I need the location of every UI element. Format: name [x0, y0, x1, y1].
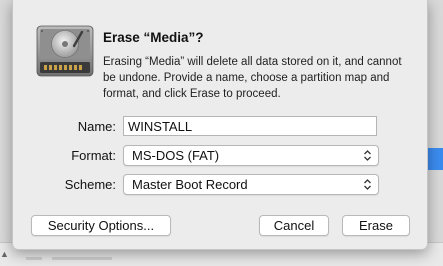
name-row: Name:	[13, 116, 429, 138]
dialog-message: Erasing “Media” will delete all data sto…	[103, 56, 402, 100]
background-divider	[26, 257, 42, 260]
background-divider	[52, 257, 112, 260]
hard-drive-icon	[36, 25, 94, 77]
format-row: Format: MS-DOS (FAT)	[13, 145, 429, 167]
erase-button[interactable]: Erase	[342, 215, 410, 236]
format-popup[interactable]: MS-DOS (FAT)	[123, 145, 379, 166]
chevron-up-down-icon	[364, 179, 371, 190]
scheme-row: Scheme: Master Boot Record	[13, 174, 429, 196]
name-label: Name:	[77, 119, 116, 134]
chevron-up-down-icon	[364, 150, 371, 161]
format-label: Format:	[71, 148, 116, 163]
cancel-button[interactable]: Cancel	[259, 215, 329, 236]
erase-dialog: Erase “Media”? Erasing “Media” will dele…	[12, 0, 428, 250]
security-options-button[interactable]: Security Options...	[31, 215, 171, 236]
scheme-popup[interactable]: Master Boot Record	[123, 174, 379, 195]
resize-handle-icon[interactable]: ▲	[0, 249, 9, 259]
format-popup-value: MS-DOS (FAT)	[132, 148, 220, 163]
scheme-label: Scheme:	[64, 177, 116, 192]
background-selection-highlight	[428, 148, 443, 170]
dialog-title: Erase “Media”?	[103, 30, 204, 45]
scheme-popup-value: Master Boot Record	[132, 177, 248, 192]
name-field[interactable]	[123, 116, 377, 136]
